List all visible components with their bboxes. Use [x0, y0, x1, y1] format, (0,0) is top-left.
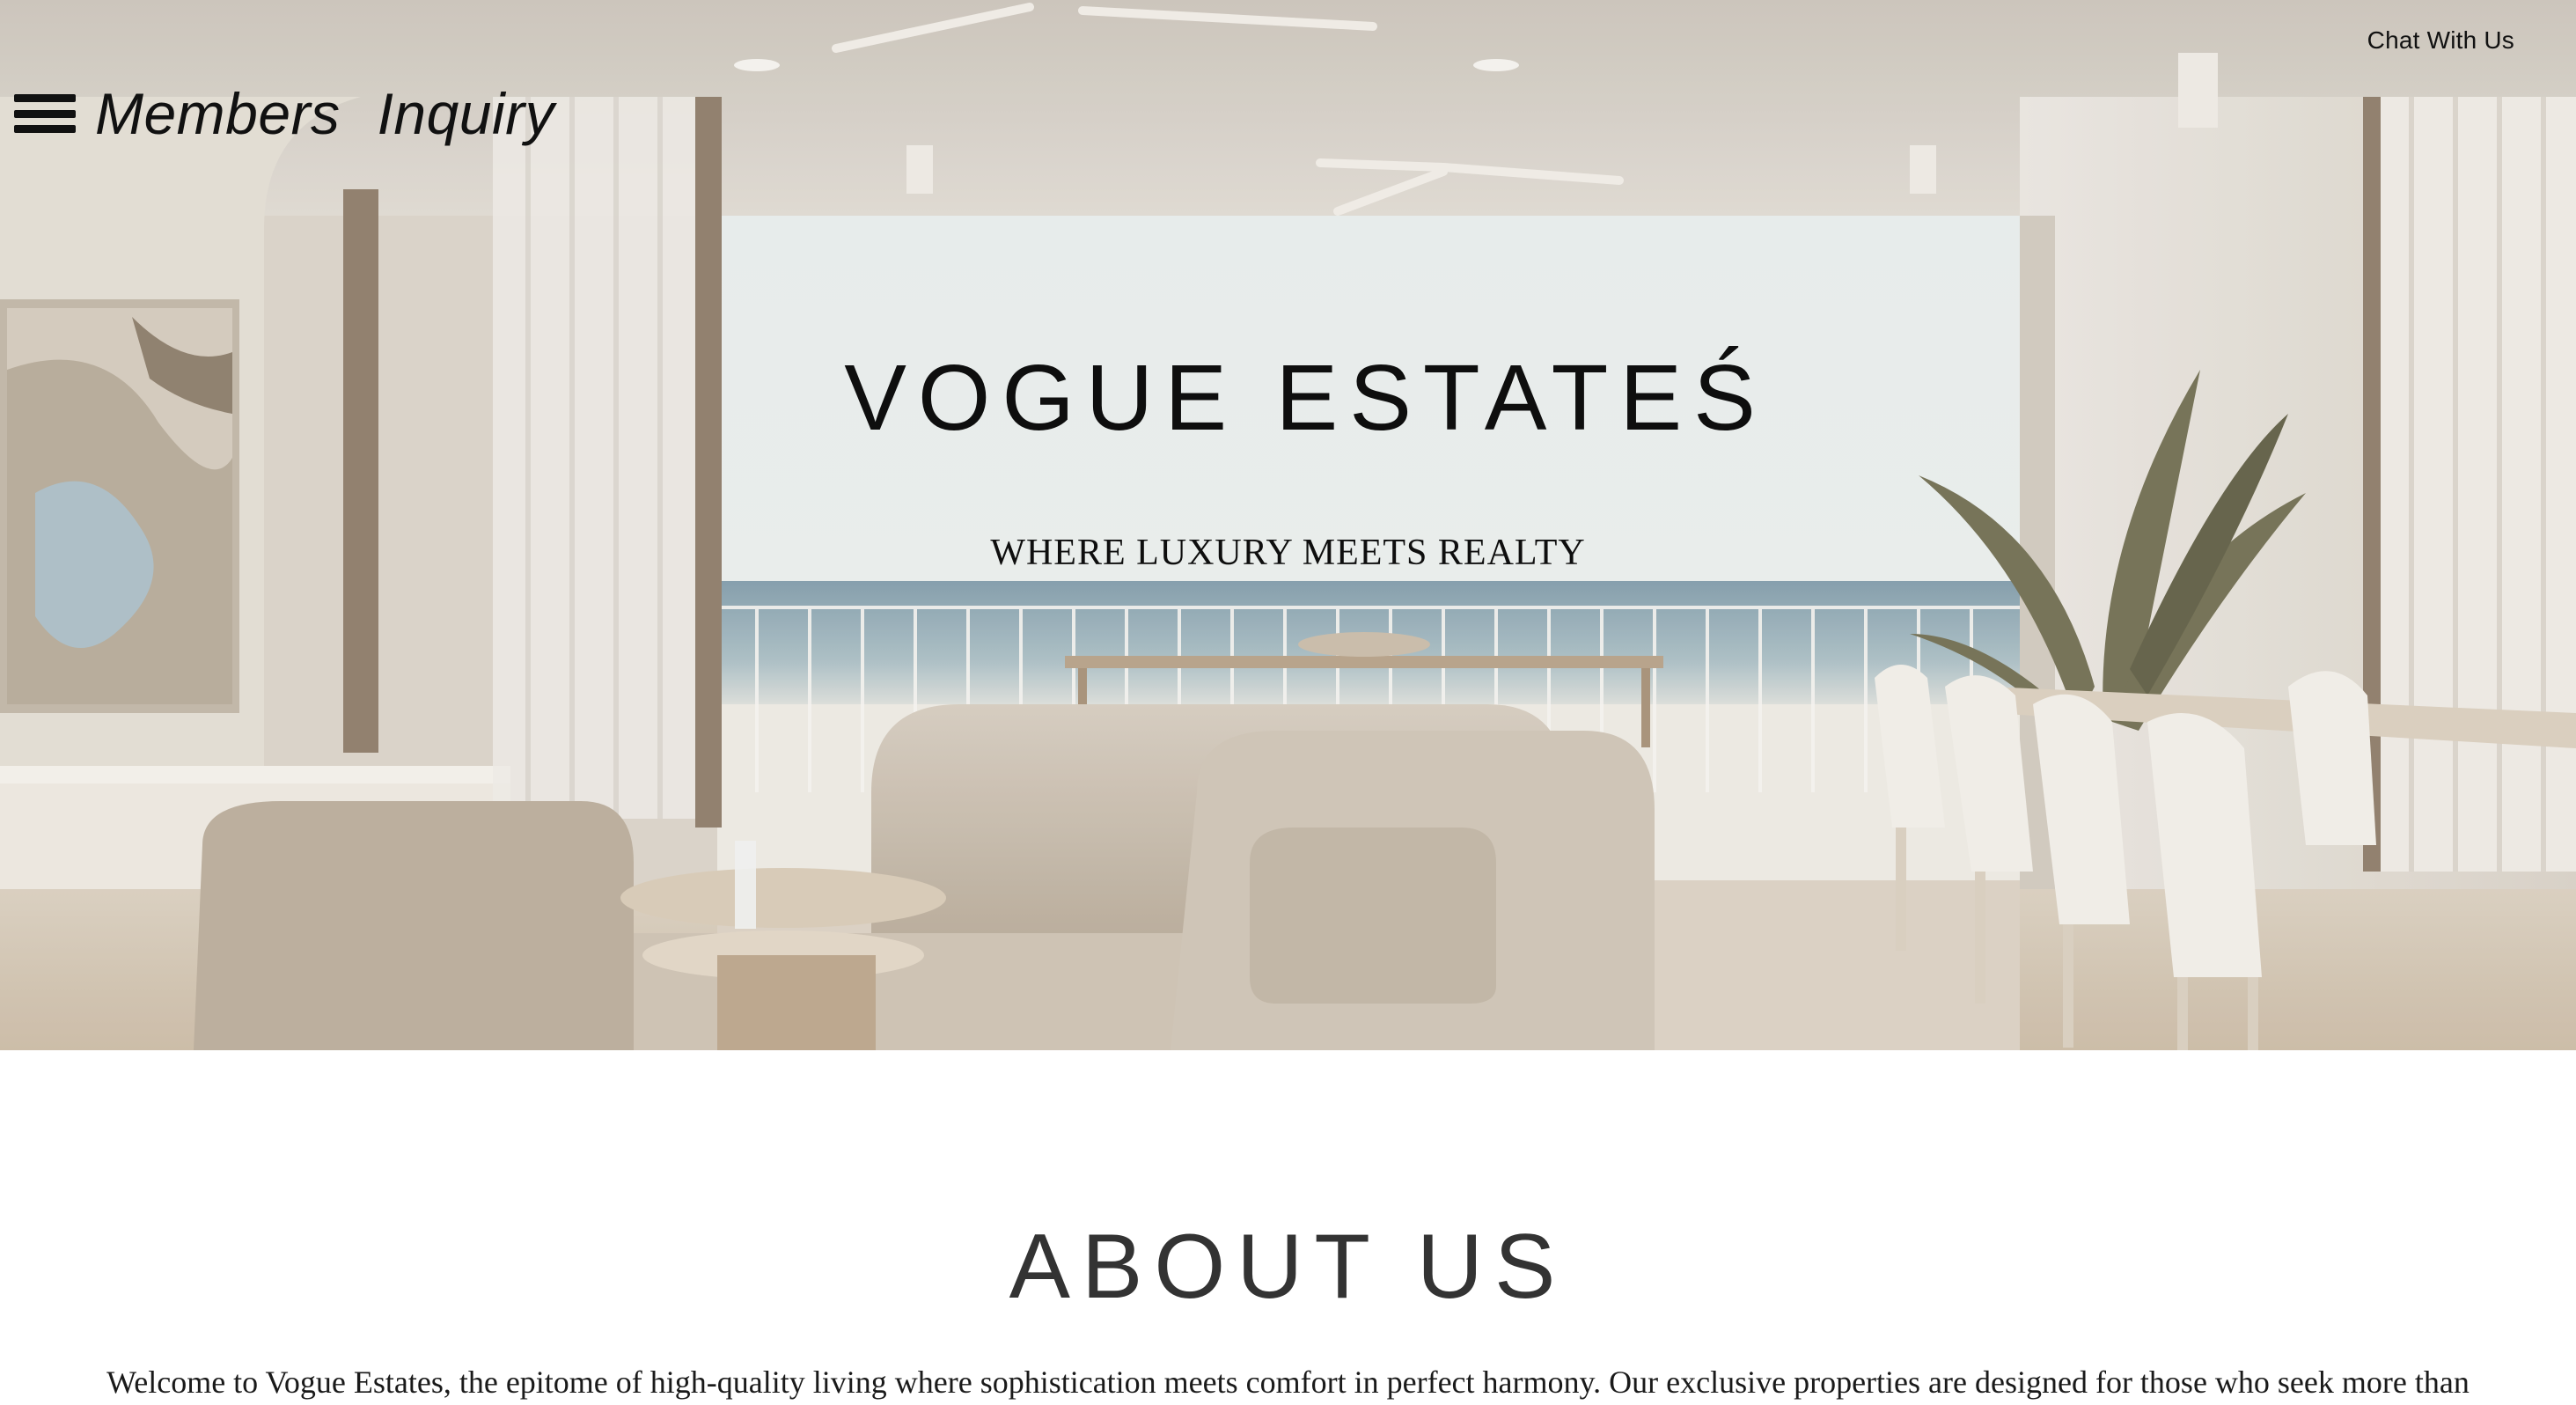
chat-with-us-link[interactable]: Chat With Us	[2367, 26, 2514, 55]
hamburger-bar	[14, 125, 76, 133]
hero-background-image	[0, 0, 2576, 1050]
about-description: Welcome to Vogue Estates, the epitome of…	[106, 1365, 2470, 1400]
main-navigation: Members Inquiry	[14, 85, 554, 143]
nav-inquiry-link[interactable]: Inquiry	[378, 85, 555, 143]
nav-members-link[interactable]: Members	[95, 85, 341, 143]
about-title: ABOUT US	[1009, 1216, 1567, 1318]
hamburger-menu-icon[interactable]	[14, 94, 76, 133]
hero-section: Chat With Us Members Inquiry VOGUE ESTAT…	[0, 0, 2576, 1050]
hamburger-bar	[14, 109, 76, 118]
hamburger-bar	[14, 94, 76, 102]
hero-subtitle: WHERE LUXURY MEETS REALTY	[990, 533, 1586, 573]
hero-title: VOGUE ESTATEŚ	[844, 346, 1767, 450]
